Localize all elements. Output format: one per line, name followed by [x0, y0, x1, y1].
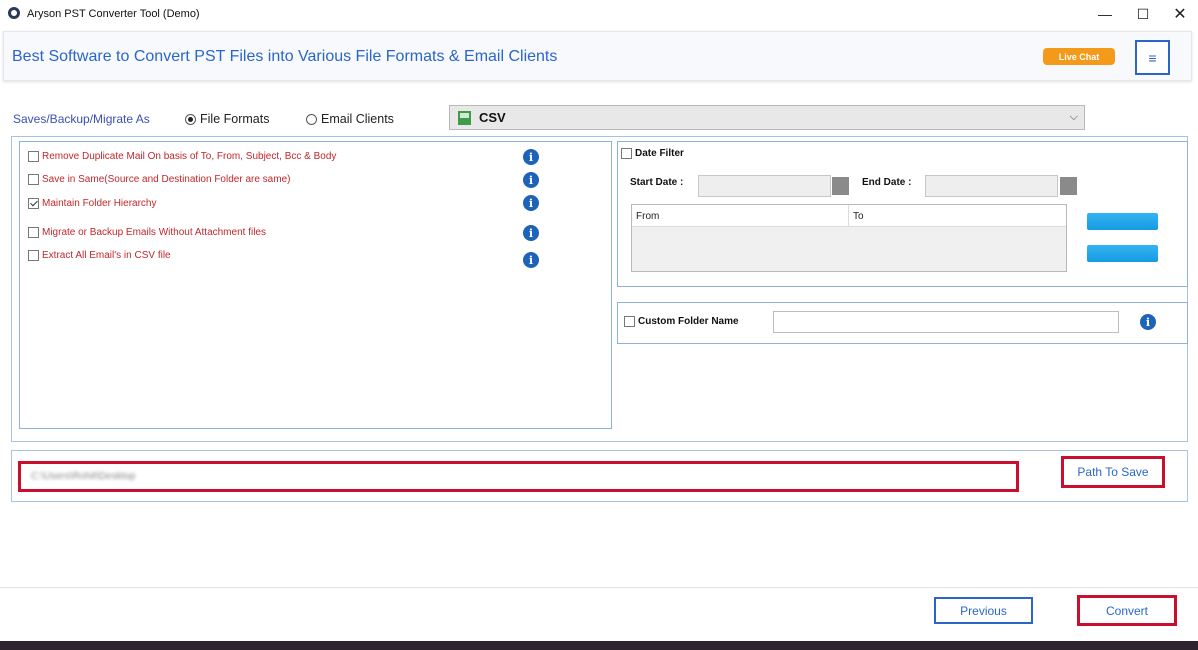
checkbox[interactable] [624, 316, 635, 327]
app-window: Aryson PST Converter Tool (Demo) — ☐ ✕ B… [0, 0, 1198, 650]
option-label: Save in Same(Source and Destination Fold… [42, 174, 291, 185]
info-icon[interactable]: i [523, 149, 539, 165]
menu-button[interactable]: ≡ [1135, 40, 1170, 75]
info-icon[interactable]: i [523, 172, 539, 188]
radio-indicator [306, 113, 317, 125]
add-date-range-button[interactable] [1087, 213, 1158, 230]
close-button[interactable]: ✕ [1164, 2, 1196, 26]
header-banner: Best Software to Convert PST Files into … [3, 31, 1192, 81]
custom-folder-label: Custom Folder Name [638, 316, 739, 327]
minimize-button[interactable]: — [1089, 2, 1121, 26]
chevron-down-icon: ⌵ [1069, 111, 1078, 123]
option-maintain-hierarchy[interactable]: Maintain Folder Hierarchy [28, 198, 157, 209]
info-icon[interactable]: i [523, 252, 539, 268]
taskbar [0, 641, 1198, 650]
info-icon[interactable]: i [1140, 314, 1156, 330]
option-label: Remove Duplicate Mail On basis of To, Fr… [42, 151, 337, 162]
column-separator [848, 205, 849, 227]
path-value: C:\Users\Rohit\Desktop [31, 471, 136, 482]
option-label: Extract All Email's in CSV file [42, 250, 171, 261]
radio-indicator [185, 113, 196, 125]
live-chat-button[interactable]: Live Chat [1043, 48, 1115, 65]
hamburger-icon: ≡ [1148, 49, 1157, 66]
date-filter-checkbox[interactable]: Date Filter [621, 148, 684, 159]
info-icon[interactable]: i [523, 225, 539, 241]
custom-folder-checkbox[interactable]: Custom Folder Name [624, 316, 739, 327]
path-input[interactable]: C:\Users\Rohit\Desktop [18, 461, 1019, 492]
email-clients-label: Email Clients [321, 112, 394, 126]
format-select-value: CSV [479, 110, 506, 125]
format-select[interactable]: CSV ⌵ [449, 105, 1085, 130]
save-as-label: Saves/Backup/Migrate As [13, 112, 150, 126]
option-label: Migrate or Backup Emails Without Attachm… [42, 227, 266, 238]
footer-divider [0, 587, 1198, 588]
file-formats-label: File Formats [200, 112, 270, 126]
csv-file-icon [458, 110, 471, 125]
custom-folder-input[interactable] [773, 311, 1119, 333]
email-clients-radio[interactable]: Email Clients [306, 112, 394, 126]
end-date-input[interactable] [925, 175, 1058, 197]
checkbox[interactable] [28, 151, 39, 162]
column-to: To [853, 211, 864, 222]
start-date-picker-button[interactable] [832, 177, 849, 195]
remove-date-range-button[interactable] [1087, 245, 1158, 262]
checkbox[interactable] [28, 227, 39, 238]
path-to-save-button[interactable]: Path To Save [1061, 456, 1165, 488]
date-range-grid[interactable]: From To [631, 204, 1067, 272]
previous-button[interactable]: Previous [934, 597, 1033, 624]
page-title: Best Software to Convert PST Files into … [12, 48, 558, 65]
option-label: Maintain Folder Hierarchy [42, 198, 157, 209]
checkbox[interactable] [28, 174, 39, 185]
checkbox[interactable] [28, 250, 39, 261]
end-date-label: End Date : [862, 177, 912, 188]
window-title: Aryson PST Converter Tool (Demo) [27, 8, 200, 20]
end-date-picker-button[interactable] [1060, 177, 1077, 195]
date-filter-label: Date Filter [635, 148, 684, 159]
convert-button[interactable]: Convert [1077, 595, 1177, 626]
option-without-attachments[interactable]: Migrate or Backup Emails Without Attachm… [28, 227, 266, 238]
option-remove-duplicate[interactable]: Remove Duplicate Mail On basis of To, Fr… [28, 151, 336, 162]
maximize-button[interactable]: ☐ [1127, 2, 1159, 26]
checkbox[interactable] [621, 148, 632, 159]
column-from: From [636, 211, 660, 222]
file-formats-radio[interactable]: File Formats [185, 112, 269, 126]
info-icon[interactable]: i [523, 195, 539, 211]
start-date-input[interactable] [698, 175, 831, 197]
checkbox[interactable] [28, 198, 39, 209]
option-save-in-same[interactable]: Save in Same(Source and Destination Fold… [28, 174, 290, 185]
app-logo-icon [8, 7, 20, 19]
option-extract-csv[interactable]: Extract All Email's in CSV file [28, 250, 171, 261]
title-bar: Aryson PST Converter Tool (Demo) — ☐ ✕ [0, 0, 1198, 28]
grid-header: From To [632, 205, 1066, 227]
start-date-label: Start Date : [630, 177, 684, 188]
